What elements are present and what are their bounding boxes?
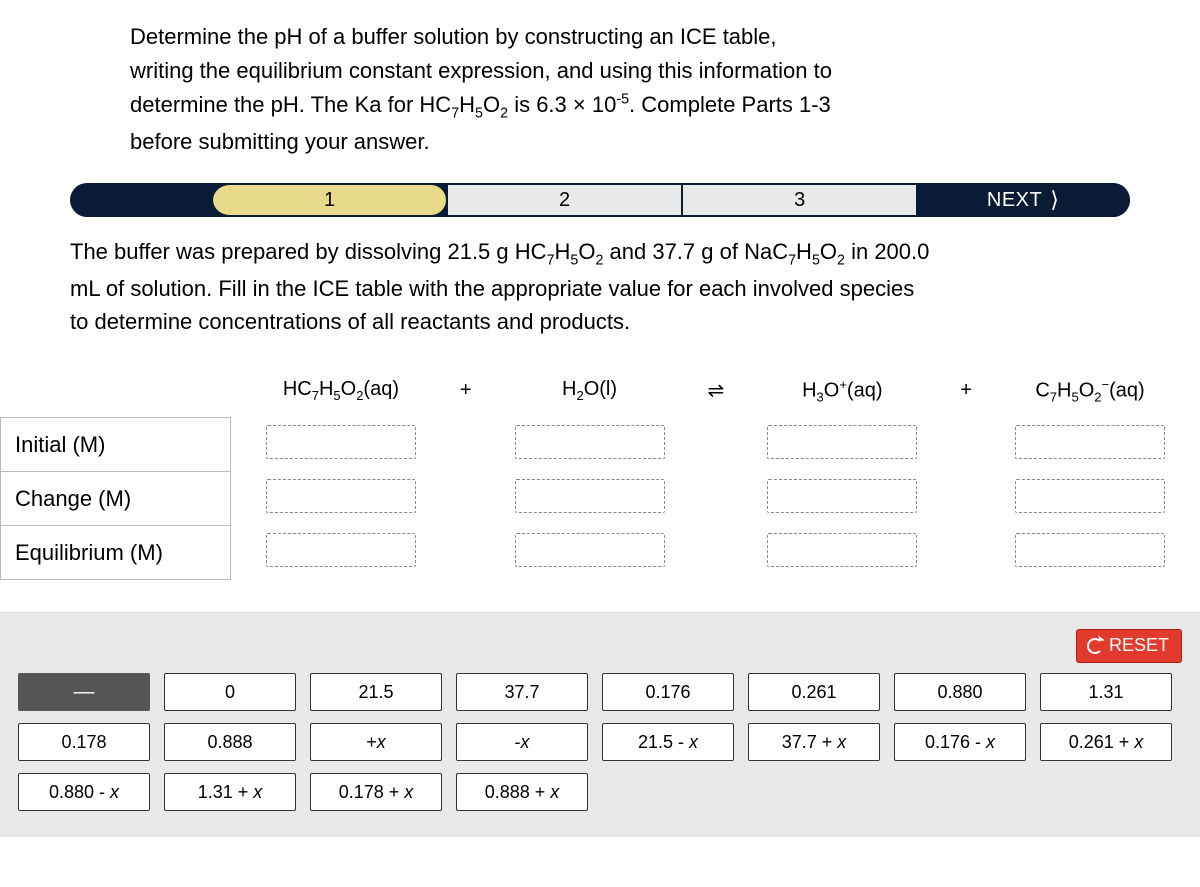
prompt-line3: to determine concentrations of all react…	[70, 309, 630, 334]
col-acid: HC7H5O2(aq)	[231, 364, 452, 418]
col-water: H2O(l)	[480, 364, 700, 418]
drop-initial-acid[interactable]	[266, 425, 416, 459]
intro-line3b: is 6.3 × 10	[508, 92, 616, 117]
step-3[interactable]: 3	[683, 183, 918, 217]
next-button[interactable]: NEXT ⟩	[918, 183, 1130, 217]
intro-line1: Determine the pH of a buffer solution by…	[130, 24, 777, 49]
tile-37-7-plus-x[interactable]: 37.7 + x	[748, 723, 880, 761]
tile-minus-x[interactable]: -x	[456, 723, 588, 761]
step-indicator: 1 2 3 NEXT ⟩	[70, 183, 1130, 217]
row-equilibrium-label: Equilibrium (M)	[1, 526, 231, 580]
tile-0-888[interactable]: 0.888	[164, 723, 296, 761]
prompt-b: and 37.7 g of NaC	[603, 239, 788, 264]
step-leading	[70, 198, 230, 202]
drop-change-base[interactable]	[1015, 479, 1165, 513]
drop-initial-hydronium[interactable]	[767, 425, 917, 459]
tile-0[interactable]: 0	[164, 673, 296, 711]
tile-0-261-plus-x[interactable]: 0.261 + x	[1040, 723, 1172, 761]
tile-0-880-minus-x[interactable]: 0.880 - x	[18, 773, 150, 811]
drop-change-hydronium[interactable]	[767, 479, 917, 513]
tile-0-178-plus-x[interactable]: 0.178 + x	[310, 773, 442, 811]
chevron-right-icon: ⟩	[1050, 185, 1059, 215]
tile-0-176-minus-x[interactable]: 0.176 - x	[894, 723, 1026, 761]
row-initial-label: Initial (M)	[1, 418, 231, 472]
tile-blank[interactable]: —	[18, 673, 150, 711]
tile-21-5[interactable]: 21.5	[310, 673, 442, 711]
drop-eq-acid[interactable]	[266, 533, 416, 567]
col-base: C7H5O2−(aq)	[980, 364, 1200, 418]
tile-37-7[interactable]: 37.7	[456, 673, 588, 711]
tile-0-888-plus-x[interactable]: 0.888 + x	[456, 773, 588, 811]
intro-line3a: determine the pH. The Ka for HC	[130, 92, 451, 117]
step-1[interactable]: 1	[213, 183, 448, 217]
step-2[interactable]: 2	[448, 183, 683, 217]
tile-1-31[interactable]: 1.31	[1040, 673, 1172, 711]
reset-icon	[1087, 638, 1103, 654]
plus-icon: +	[452, 364, 480, 418]
equilibrium-arrows-icon: ⇌	[700, 364, 733, 418]
tile-0-880[interactable]: 0.880	[894, 673, 1026, 711]
tiles-container: — 0 21.5 37.7 0.176 0.261 0.880 1.31 0.1…	[18, 673, 1182, 811]
drop-initial-water[interactable]	[515, 425, 665, 459]
tile-0-178[interactable]: 0.178	[18, 723, 150, 761]
answer-pool: RESET — 0 21.5 37.7 0.176 0.261 0.880 1.…	[0, 612, 1200, 837]
drop-eq-hydronium[interactable]	[767, 533, 917, 567]
tile-0-176[interactable]: 0.176	[602, 673, 734, 711]
plus-icon-2: +	[952, 364, 980, 418]
drop-eq-water[interactable]	[515, 533, 665, 567]
drop-eq-base[interactable]	[1015, 533, 1165, 567]
tile-plus-x[interactable]: +x	[310, 723, 442, 761]
row-change-label: Change (M)	[1, 472, 231, 526]
drop-change-water[interactable]	[515, 479, 665, 513]
next-label: NEXT	[987, 185, 1042, 215]
tile-1-31-plus-x[interactable]: 1.31 + x	[164, 773, 296, 811]
question-intro: Determine the pH of a buffer solution by…	[0, 0, 1200, 169]
prompt-line2: mL of solution. Fill in the ICE table wi…	[70, 276, 914, 301]
intro-line3c: . Complete Parts 1-3	[629, 92, 831, 117]
part-prompt: The buffer was prepared by dissolving 21…	[0, 235, 1200, 354]
prompt-c: in 200.0	[845, 239, 929, 264]
prompt-a: The buffer was prepared by dissolving 21…	[70, 239, 547, 264]
drop-change-acid[interactable]	[266, 479, 416, 513]
ice-table: HC7H5O2(aq) + H2O(l) ⇌ H3O+(aq) + C7H5O2…	[0, 364, 1200, 581]
reset-label: RESET	[1109, 635, 1169, 656]
col-hydronium: H3O+(aq)	[732, 364, 952, 418]
tile-0-261[interactable]: 0.261	[748, 673, 880, 711]
reset-button[interactable]: RESET	[1076, 629, 1182, 663]
intro-line4: before submitting your answer.	[130, 129, 430, 154]
tile-21-5-minus-x[interactable]: 21.5 - x	[602, 723, 734, 761]
drop-initial-base[interactable]	[1015, 425, 1165, 459]
intro-line2: writing the equilibrium constant express…	[130, 58, 832, 83]
